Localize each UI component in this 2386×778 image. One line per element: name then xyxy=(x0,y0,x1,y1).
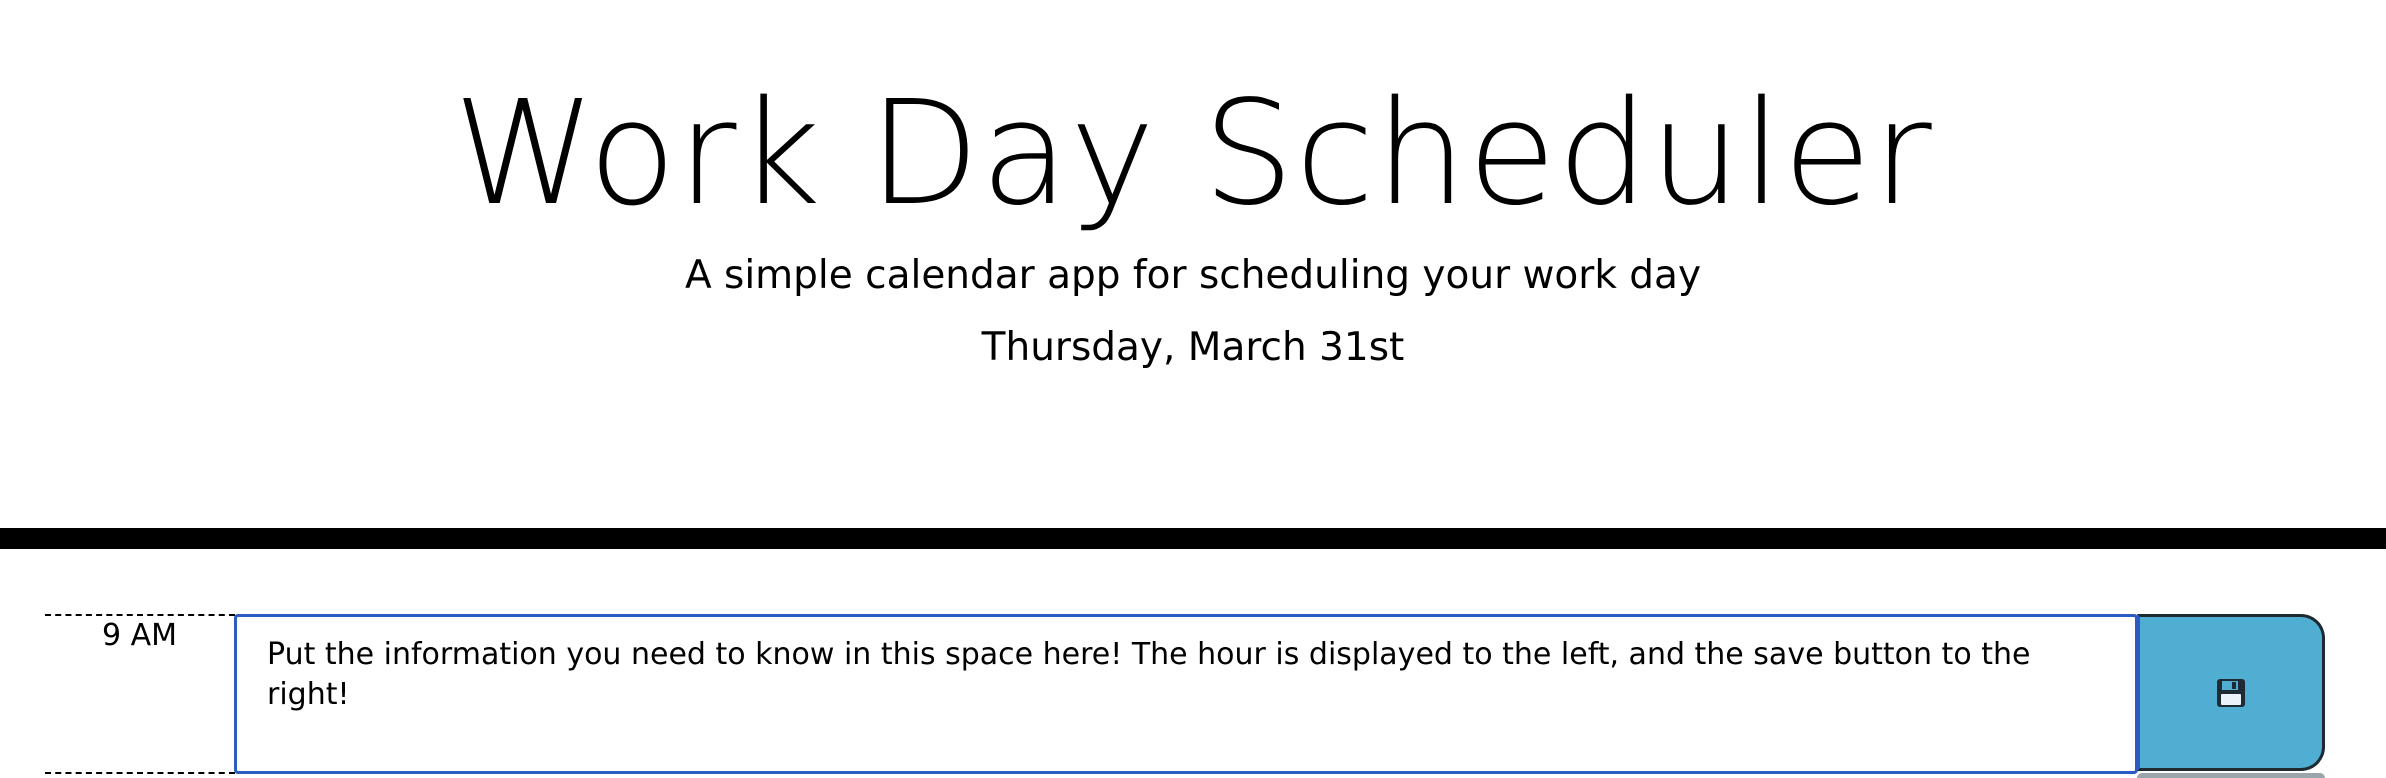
time-block-row: 9 AM Put the information you need to kno… xyxy=(0,614,2386,778)
page-title: Work Day Scheduler xyxy=(453,69,1933,237)
task-textarea[interactable]: Put the information you need to know in … xyxy=(234,614,2138,774)
current-day: Thursday, March 31st xyxy=(981,325,1405,370)
header-jumbotron: Work Day Scheduler A simple calendar app… xyxy=(0,0,2386,528)
header-divider xyxy=(0,528,2386,549)
page-subtitle: A simple calendar app for scheduling you… xyxy=(684,253,1702,298)
hour-label: 9 AM xyxy=(45,614,235,774)
floppy-disk-icon xyxy=(2217,678,2245,707)
next-save-button-edge xyxy=(2137,773,2325,778)
save-button[interactable] xyxy=(2137,614,2325,771)
